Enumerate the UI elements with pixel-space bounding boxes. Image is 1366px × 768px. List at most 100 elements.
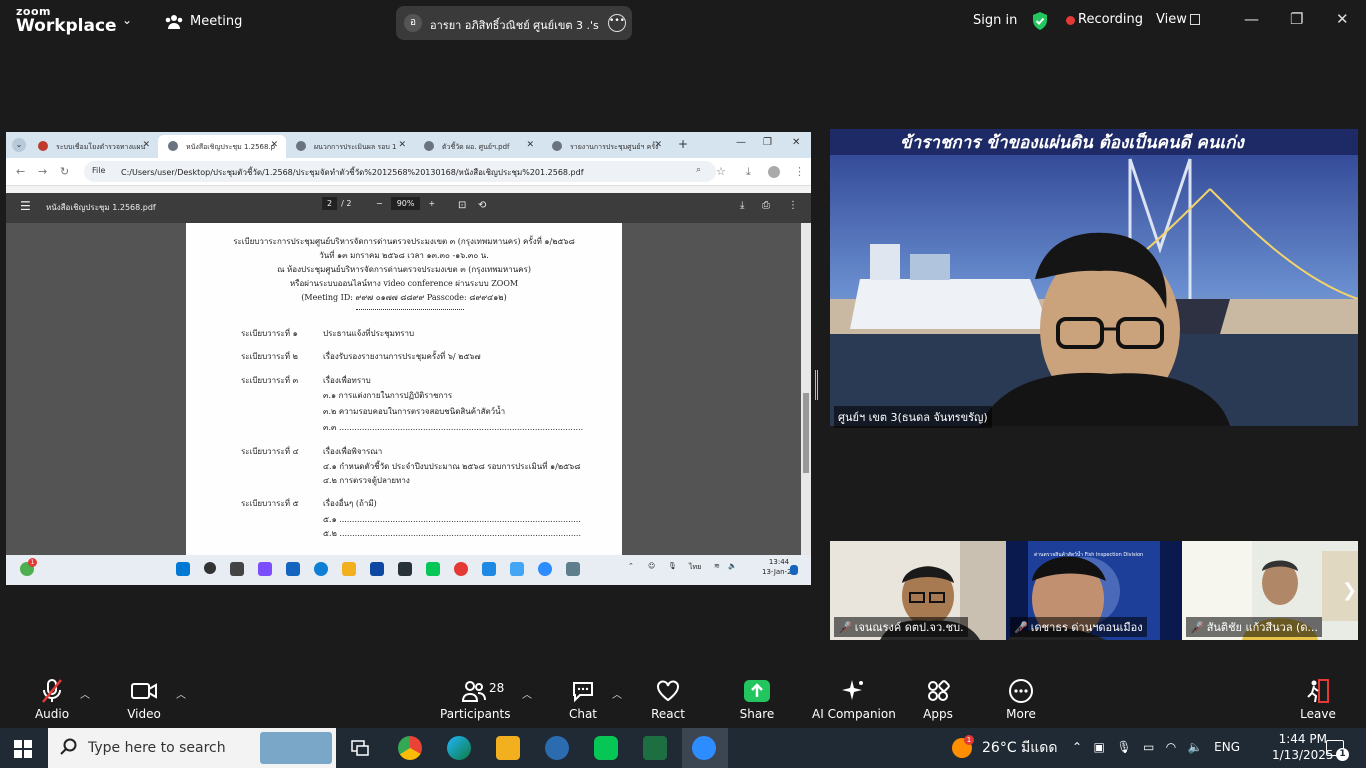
leave-button[interactable]: Leave xyxy=(1298,678,1338,721)
remote-chrome-icon[interactable] xyxy=(454,562,468,576)
tab-close-icon[interactable]: ✕ xyxy=(398,140,406,150)
video-options-caret-icon[interactable]: ︿ xyxy=(176,686,186,701)
meeting-label[interactable]: Meeting xyxy=(190,14,242,29)
pdf-scrollbar[interactable] xyxy=(801,223,811,555)
browser-tab[interactable]: ผนวกการประเมินผล รอบ 1 ✕ xyxy=(286,135,414,158)
participants-options-caret-icon[interactable]: ︿ xyxy=(522,686,532,701)
chat-options-caret-icon[interactable]: ︿ xyxy=(612,686,622,701)
view-layout-icon[interactable] xyxy=(1190,14,1200,25)
zoom-in-icon[interactable]: + xyxy=(428,199,435,208)
edge-icon[interactable] xyxy=(447,736,471,760)
ai-companion-button[interactable]: AI Companion xyxy=(812,678,896,721)
tray-overflow-icon[interactable]: ⌃ xyxy=(1072,740,1082,754)
restore-icon[interactable]: ❐ xyxy=(1290,10,1303,28)
browser-minimize-icon[interactable]: — xyxy=(736,137,746,148)
remote-volume-icon[interactable]: 🔈 xyxy=(728,562,737,570)
scrollbar-thumb[interactable] xyxy=(803,393,809,473)
recording-label[interactable]: Recording xyxy=(1078,12,1143,27)
microphone-icon[interactable]: 🎙 xyxy=(1116,740,1131,754)
remote-search-icon[interactable] xyxy=(204,562,216,574)
audio-options-caret-icon[interactable]: ︿ xyxy=(80,686,90,701)
share-button[interactable]: Share xyxy=(734,678,780,721)
volume-icon[interactable]: 🔈 xyxy=(1188,740,1203,754)
browser-restore-icon[interactable]: ❐ xyxy=(763,137,772,148)
apps-button[interactable]: Apps xyxy=(918,678,958,721)
profile-avatar[interactable] xyxy=(768,166,780,178)
chat-button[interactable]: Chat xyxy=(562,678,604,721)
remote-app-icon[interactable] xyxy=(482,562,496,576)
remote-zoom-icon[interactable] xyxy=(538,562,552,576)
browser-menu-icon[interactable]: ⋮ xyxy=(794,165,805,178)
audio-button[interactable]: Audio xyxy=(28,678,76,721)
remote-notification-icon[interactable] xyxy=(790,565,798,575)
pdf-viewport[interactable]: ระเบียบวาระการประชุมศูนย์บริหารจัดการด่า… xyxy=(6,223,811,555)
browser-tab[interactable]: ตัวชี้วัด ผอ. ศูนย์ฯ.pdf ✕ xyxy=(414,135,542,158)
pdf-download-icon[interactable]: ⤓ xyxy=(740,200,744,211)
remote-app-icon[interactable] xyxy=(510,562,524,576)
windows-start-icon[interactable] xyxy=(14,740,32,762)
zoom-app-icon[interactable] xyxy=(692,736,716,760)
remote-explorer-icon[interactable] xyxy=(342,562,356,576)
view-button[interactable]: View xyxy=(1156,12,1187,27)
browser-tab[interactable]: รายงานการประชุมศูนย์ฯ ครั้ง ✕ xyxy=(542,135,670,158)
download-icon[interactable]: ⤓ xyxy=(746,165,751,179)
more-options-icon[interactable]: ••• xyxy=(608,14,626,32)
screen-share-indicator[interactable]: อ อารยา อภิสิทธิ์วณิชย์ ศูนย์เขต 3 .'s s… xyxy=(396,6,632,40)
remote-store-icon[interactable] xyxy=(370,562,384,576)
remote-lang[interactable]: ไทย xyxy=(689,562,701,573)
tab-search-icon[interactable]: ⌄ xyxy=(12,138,26,152)
remote-app-icon[interactable] xyxy=(398,562,412,576)
line-app-icon[interactable] xyxy=(594,736,618,760)
remote-taskview-icon[interactable] xyxy=(230,562,244,576)
meeting-info-icon[interactable] xyxy=(164,14,184,34)
battery-icon[interactable]: ▭ xyxy=(1143,740,1154,754)
pdf-more-icon[interactable]: ⋮ xyxy=(788,200,798,211)
pdf-menu-icon[interactable]: ☰ xyxy=(20,199,31,213)
zoom-level-input[interactable]: 90% xyxy=(390,197,421,210)
excel-icon[interactable] xyxy=(643,736,667,760)
chevron-down-icon[interactable]: ⌄ xyxy=(122,13,132,27)
tab-close-icon[interactable]: ✕ xyxy=(526,140,534,150)
participant-tile[interactable]: 🎤̸ เจนณรงค์ ดตป.จว.ชบ. xyxy=(830,541,1006,640)
new-tab-icon[interactable]: + xyxy=(678,137,688,151)
remote-tray-icon[interactable]: ☺ xyxy=(648,562,655,570)
rotate-icon[interactable]: ⟲ xyxy=(478,200,486,211)
tab-close-icon[interactable]: ✕ xyxy=(654,140,662,150)
remote-edge-icon[interactable] xyxy=(314,562,328,576)
security-shield-icon[interactable] xyxy=(1031,11,1049,35)
remote-mic-icon[interactable]: 🎙 xyxy=(668,562,677,570)
print-icon[interactable]: ⎙ xyxy=(762,200,770,211)
react-button[interactable]: React xyxy=(644,678,692,721)
zoom-lens-icon[interactable]: ⌕ xyxy=(696,165,701,175)
more-button[interactable]: More xyxy=(1000,678,1042,721)
reload-icon[interactable]: ↻ xyxy=(60,165,69,178)
file-explorer-icon[interactable] xyxy=(496,736,520,760)
participant-tile[interactable]: 🎤̸ สันติชัย แก้วสีนวล (ด... xyxy=(1182,541,1358,640)
browser-close-icon[interactable]: ✕ xyxy=(792,137,800,148)
chrome-icon[interactable] xyxy=(398,736,422,760)
remote-wifi-icon[interactable]: ≋ xyxy=(714,562,720,570)
tab-close-icon[interactable]: ✕ xyxy=(270,140,278,150)
minimize-icon[interactable]: — xyxy=(1244,10,1259,28)
tab-close-icon[interactable]: ✕ xyxy=(142,140,150,150)
meet-now-icon[interactable]: ▣ xyxy=(1094,740,1105,754)
remote-line-icon[interactable] xyxy=(426,562,440,576)
forward-icon[interactable]: → xyxy=(38,165,47,178)
page-number-input[interactable]: 2 xyxy=(322,197,338,210)
task-view-icon[interactable] xyxy=(350,738,370,762)
browser-tab-active[interactable]: หนังสือเชิญประชุม 1.2568.p ✕ xyxy=(158,135,286,158)
weather-text[interactable]: 26°C มีแดด xyxy=(982,737,1057,759)
zoom-logo[interactable]: zoom Workplace xyxy=(16,6,117,35)
remote-copilot-icon[interactable] xyxy=(258,562,272,576)
sign-in-button[interactable]: Sign in xyxy=(973,13,1017,28)
browser-globe-icon[interactable] xyxy=(545,736,569,760)
next-page-arrow-icon[interactable]: ❯ xyxy=(1342,580,1357,601)
active-speaker-video[interactable]: ข้าราชการ ข้าของแผ่นดิน ต้องเป็นคนดี คนเ… xyxy=(830,129,1358,426)
remote-start-icon[interactable] xyxy=(176,562,190,576)
close-icon[interactable]: ✕ xyxy=(1336,10,1349,28)
zoom-out-icon[interactable]: − xyxy=(376,199,383,208)
network-icon[interactable]: ◠ xyxy=(1166,740,1176,754)
remote-mail-icon[interactable] xyxy=(286,562,300,576)
url-text[interactable]: C:/Users/user/Desktop/ประชุมตัวชี้วัด/1.… xyxy=(121,166,584,179)
fit-page-icon[interactable]: ⊡ xyxy=(458,200,466,211)
